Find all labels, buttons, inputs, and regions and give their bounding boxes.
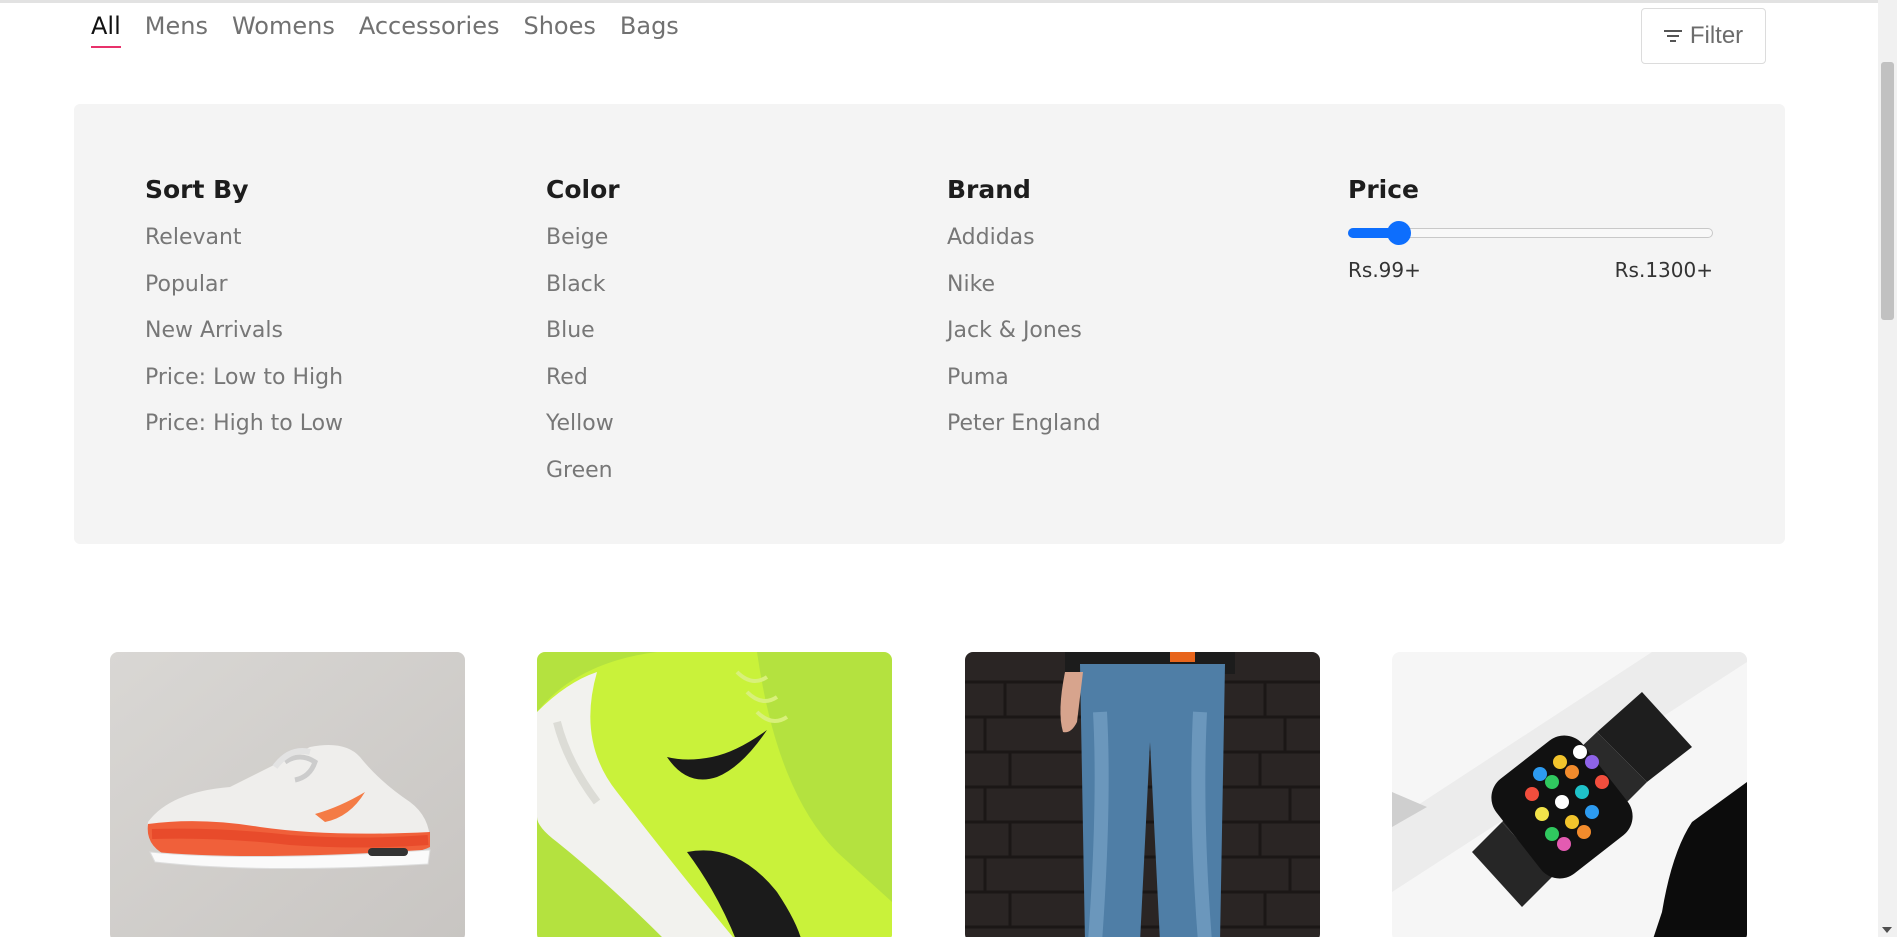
brand-option-puma[interactable]: Puma (947, 364, 1101, 392)
brand-option-peter-england[interactable]: Peter England (947, 410, 1101, 438)
filter-lines-icon (1663, 29, 1682, 43)
sort-option-price-low-high[interactable]: Price: Low to High (145, 364, 343, 392)
price-column: Price Rs.99+ Rs.1300+ (1348, 174, 1713, 282)
tab-mens[interactable]: Mens (145, 10, 208, 48)
filter-button[interactable]: Filter (1641, 8, 1766, 64)
tab-bags[interactable]: Bags (620, 10, 679, 48)
scroll-down-icon[interactable] (1882, 927, 1892, 933)
vertical-scrollbar[interactable] (1878, 0, 1897, 937)
product-image-jeans (965, 652, 1320, 937)
sort-option-price-high-low[interactable]: Price: High to Low (145, 410, 343, 438)
sort-option-new-arrivals[interactable]: New Arrivals (145, 317, 343, 345)
product-card[interactable] (110, 652, 465, 937)
product-card[interactable] (965, 652, 1320, 937)
brand-column: Brand Addidas Nike Jack & Jones Puma Pet… (947, 174, 1101, 457)
product-image-sneaker-green (537, 652, 892, 937)
color-option-blue[interactable]: Blue (546, 317, 620, 345)
brand-option-nike[interactable]: Nike (947, 271, 1101, 299)
category-tabs: All Mens Womens Accessories Shoes Bags (91, 10, 703, 48)
price-max-label: Rs.1300+ (1614, 258, 1713, 282)
scrollbar-thumb[interactable] (1881, 62, 1894, 320)
product-image-sneaker-orange (110, 652, 465, 937)
tab-accessories[interactable]: Accessories (359, 10, 500, 48)
tab-shoes[interactable]: Shoes (523, 10, 595, 48)
tab-all[interactable]: All (91, 10, 121, 48)
sort-by-title: Sort By (145, 175, 249, 204)
sort-by-column: Sort By Relevant Popular New Arrivals Pr… (145, 174, 343, 457)
filter-button-label: Filter (1689, 22, 1744, 49)
product-card[interactable] (1392, 652, 1747, 937)
product-card[interactable] (537, 652, 892, 937)
price-slider-thumb[interactable] (1387, 221, 1412, 245)
brand-option-addidas[interactable]: Addidas (947, 224, 1101, 252)
product-image-smartwatch (1392, 652, 1747, 937)
sort-option-popular[interactable]: Popular (145, 271, 343, 299)
color-column: Color Beige Black Blue Red Yellow Green (546, 174, 620, 503)
product-grid (110, 652, 1750, 937)
color-option-green[interactable]: Green (546, 457, 620, 485)
price-slider[interactable] (1348, 220, 1713, 245)
color-title: Color (546, 175, 620, 204)
tab-womens[interactable]: Womens (232, 10, 335, 48)
price-title: Price (1348, 175, 1419, 204)
brand-option-jack-jones[interactable]: Jack & Jones (947, 317, 1101, 345)
brand-title: Brand (947, 175, 1031, 204)
color-option-black[interactable]: Black (546, 271, 620, 299)
price-min-label: Rs.99+ (1348, 258, 1421, 282)
top-divider (0, 0, 1878, 3)
sort-option-relevant[interactable]: Relevant (145, 224, 343, 252)
color-option-beige[interactable]: Beige (546, 224, 620, 252)
color-option-yellow[interactable]: Yellow (546, 410, 620, 438)
color-option-red[interactable]: Red (546, 364, 620, 392)
filter-panel: Sort By Relevant Popular New Arrivals Pr… (74, 104, 1785, 544)
